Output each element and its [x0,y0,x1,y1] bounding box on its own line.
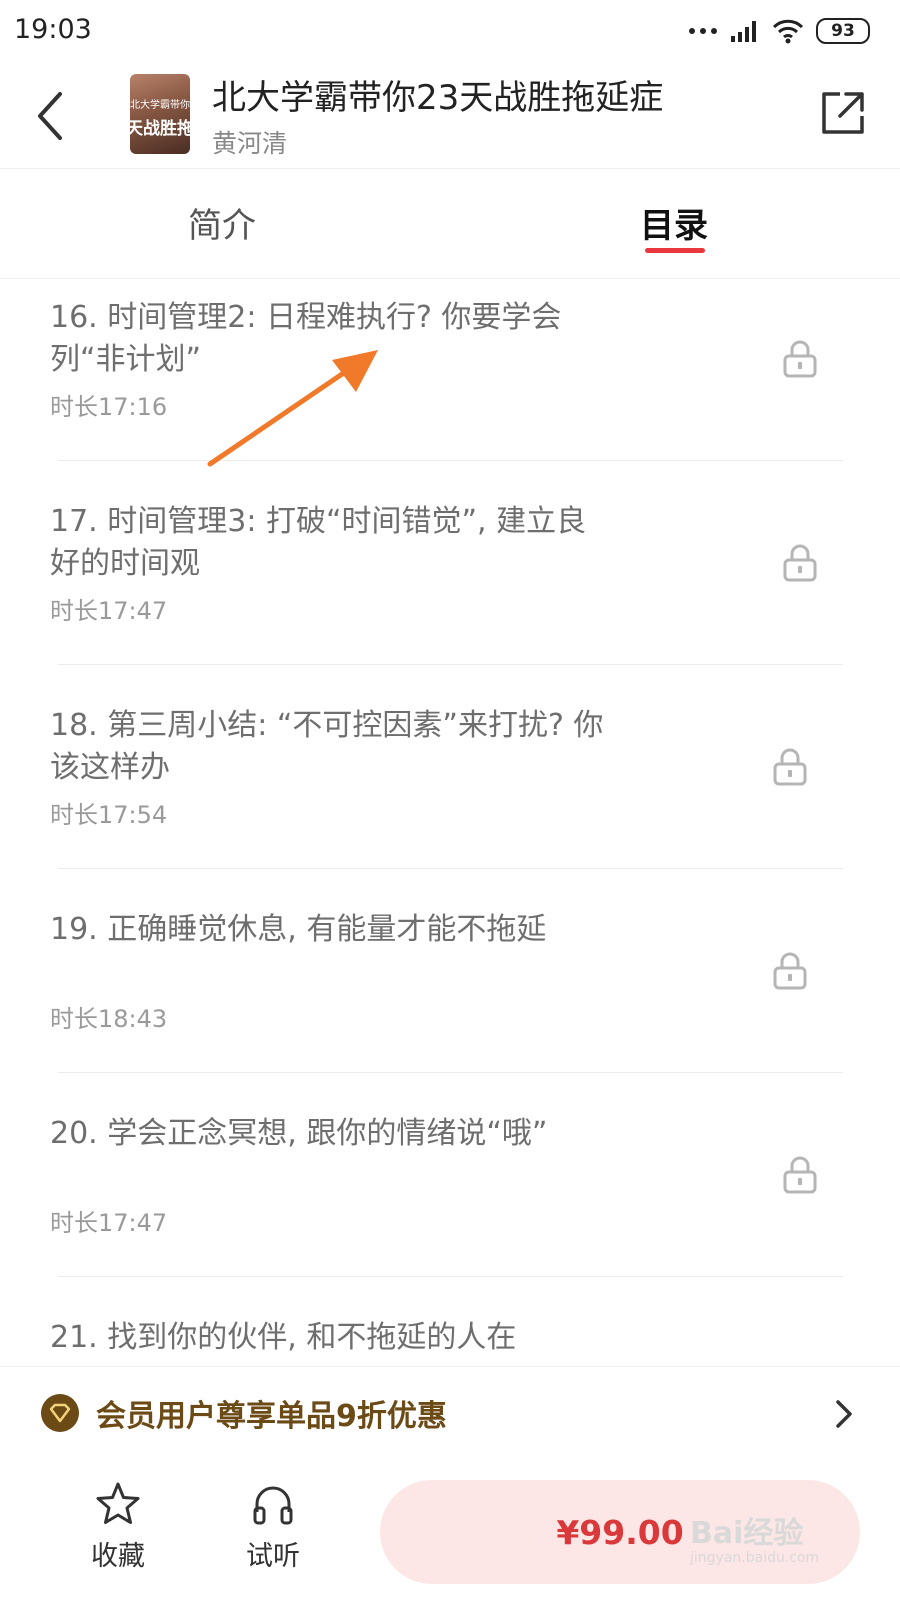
course-title: 北大学霸带你23天战胜拖延症 [212,78,664,118]
member-discount-bar[interactable]: 会员用户尊享单品9折优惠 [0,1366,900,1462]
tab-bar: 简介 目录 [0,168,900,279]
divider [58,460,843,461]
trial-listen-label: 试听 [246,1541,300,1572]
course-author: 黄河清 [212,129,288,158]
lock-icon [783,544,817,582]
share-icon[interactable] [818,88,868,138]
member-badge-icon [41,1394,79,1432]
episode-duration: 时长17:16 [50,393,168,421]
episode-title: 17. 时间管理3: 打破“时间错觉”, 建立良好的时间观 [50,504,587,581]
lock-icon [773,952,807,990]
episode-title: 20. 学会正念冥想, 跟你的情绪说“哦” [50,1116,548,1151]
watermark-url: jingyan.baidu.com [690,1550,820,1566]
favorite-label: 收藏 [91,1541,145,1572]
price-label: ¥99.00 [556,1512,684,1552]
status-icons: 93 [688,16,870,46]
star-icon [96,1482,140,1524]
episode-duration: 时长17:54 [50,801,168,829]
watermark-logo: Bai经验 [690,1516,804,1551]
catalog-list: 16. 时间管理2: 日程难执行? 你要学会列“非计划” 时长17:16 17.… [0,279,900,1366]
episode-duration: 时长17:47 [50,597,168,625]
course-cover-image: 北大学霸带你 天战胜拖 [130,74,190,154]
member-discount-text: 会员用户尊享单品9折优惠 [96,1399,447,1434]
divider [58,1072,843,1073]
episode-duration: 时长18:43 [50,1005,168,1033]
chevron-right-icon [836,1400,852,1428]
episode-title: 21. 找到你的伙伴, 和不拖延的人在 [50,1320,517,1355]
lock-icon [783,340,817,378]
episode-duration: 时长17:47 [50,1209,168,1237]
episode-title: 18. 第三周小结: “不可控因素”来打扰? 你该这样办 [50,708,604,785]
lock-icon [773,748,807,786]
divider [58,868,843,869]
lock-icon [783,1156,817,1194]
list-item[interactable]: 20. 学会正念冥想, 跟你的情绪说“哦” 时长17:47 [0,1095,900,1303]
annotation-arrow-icon [207,350,378,467]
back-icon[interactable] [30,84,74,148]
header: 北大学霸带你 天战胜拖 北大学霸带你23天战胜拖延症 黄河清 [0,62,900,169]
tab-catalog[interactable]: 目录 [640,198,708,247]
trial-listen-button[interactable]: 试听 [228,1480,318,1580]
cover-text-line2: 天战胜拖 [130,119,190,139]
episode-title: 19. 正确睡觉休息, 有能量才能不拖延 [50,912,547,947]
divider [58,1276,843,1277]
wifi-icon [772,19,804,44]
list-item[interactable]: 16. 时间管理2: 日程难执行? 你要学会列“非计划” 时长17:16 [0,279,900,487]
status-bar: 19:03 93 [0,0,900,62]
signal-icon [731,21,756,42]
list-item[interactable]: 19. 正确睡觉休息, 有能量才能不拖延 时长18:43 [0,891,900,1099]
cover-text-line1: 北大学霸带你 [130,100,190,111]
list-item[interactable]: 18. 第三周小结: “不可控因素”来打扰? 你该这样办 时长17:54 [0,687,900,895]
active-tab-indicator [645,248,705,253]
tab-intro[interactable]: 简介 [188,198,256,247]
favorite-button[interactable]: 收藏 [73,1480,163,1580]
divider [58,664,843,665]
more-dots-icon [689,28,717,34]
list-item[interactable]: 17. 时间管理3: 打破“时间错觉”, 建立良好的时间观 时长17:47 [0,483,900,691]
headphones-icon [253,1486,293,1525]
battery-indicator: 93 [816,18,870,44]
status-time: 19:03 [14,14,92,45]
list-item[interactable]: 21. 找到你的伙伴, 和不拖延的人在 [0,1299,900,1366]
